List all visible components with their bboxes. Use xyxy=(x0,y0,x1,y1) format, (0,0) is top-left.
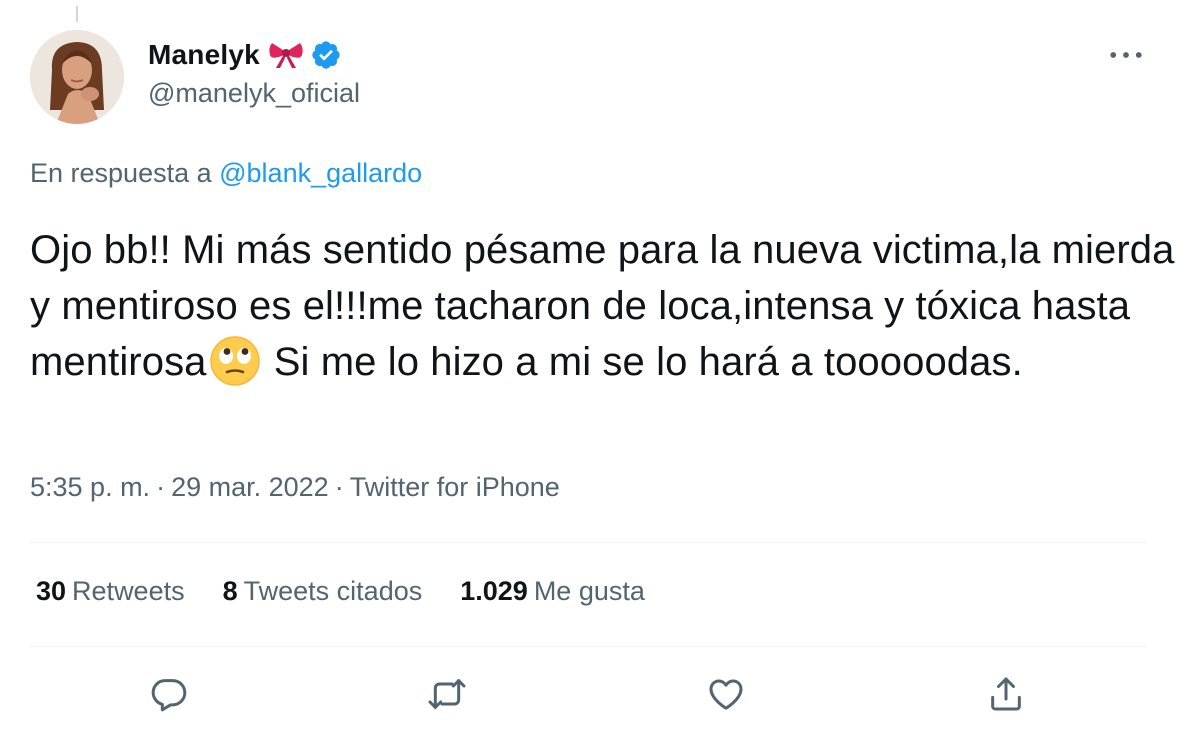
divider xyxy=(30,542,1146,543)
ribbon-bow-icon xyxy=(268,40,304,70)
face-with-rolling-eyes-icon xyxy=(209,335,261,387)
tweet-source[interactable]: Twitter for iPhone xyxy=(350,472,560,502)
tweet-metadata: 5:35 p. m. · 29 mar. 2022 · Twitter for iPho… xyxy=(30,472,560,503)
share-icon xyxy=(991,677,1021,711)
more-dots-icon xyxy=(1110,52,1142,58)
heart-icon xyxy=(709,679,743,710)
meta-separator: · xyxy=(156,472,166,502)
reply-mention-link[interactable]: @blank_gallardo xyxy=(219,158,422,188)
likes-label: Me gusta xyxy=(533,576,645,606)
tweet-text-part2: Si me lo hizo a mi se lo hará a toooooda… xyxy=(262,340,1023,384)
verified-badge-icon xyxy=(310,39,342,71)
reply-button[interactable] xyxy=(143,668,195,720)
author-display-name[interactable]: Manelyk xyxy=(148,39,260,71)
engagement-stats: 30 Retweets 8 Tweets citados 1.029 Me gusta xyxy=(36,576,645,607)
profile-photo-icon xyxy=(30,30,124,124)
tweet-text: Ojo bb!! Mi más sentido pésame para la n… xyxy=(30,222,1180,390)
reply-context: En respuesta a @blank_gallardo xyxy=(30,158,422,189)
tweet-date[interactable]: 29 mar. 2022 xyxy=(171,472,329,502)
quote-tweets-count: 8 xyxy=(222,576,238,606)
meta-separator: · xyxy=(334,472,344,502)
retweet-icon xyxy=(428,679,466,709)
likes-count: 1.029 xyxy=(460,576,528,606)
retweet-button[interactable] xyxy=(421,668,473,720)
author-name-row[interactable]: Manelyk xyxy=(148,36,342,74)
share-button[interactable] xyxy=(980,668,1032,720)
likes-stat[interactable]: 1.029 Me gusta xyxy=(460,576,645,607)
retweets-label: Retweets xyxy=(72,576,185,606)
reply-context-prefix: En respuesta a xyxy=(30,158,220,188)
tweet-time[interactable]: 5:35 p. m. xyxy=(30,472,150,502)
quote-tweets-label: Tweets citados xyxy=(243,576,423,606)
thread-connector-line xyxy=(76,6,78,22)
tweet-action-bar xyxy=(0,668,1200,722)
more-options-button[interactable] xyxy=(1106,38,1146,72)
like-button[interactable] xyxy=(700,668,752,720)
reply-icon xyxy=(151,679,187,712)
avatar[interactable] xyxy=(30,30,124,124)
quote-tweets-stat[interactable]: 8 Tweets citados xyxy=(223,576,423,607)
retweets-count: 30 xyxy=(36,576,67,606)
retweets-stat[interactable]: 30 Retweets xyxy=(36,576,185,607)
divider xyxy=(30,646,1146,647)
author-handle[interactable]: @manelyk_oficial xyxy=(148,78,360,109)
